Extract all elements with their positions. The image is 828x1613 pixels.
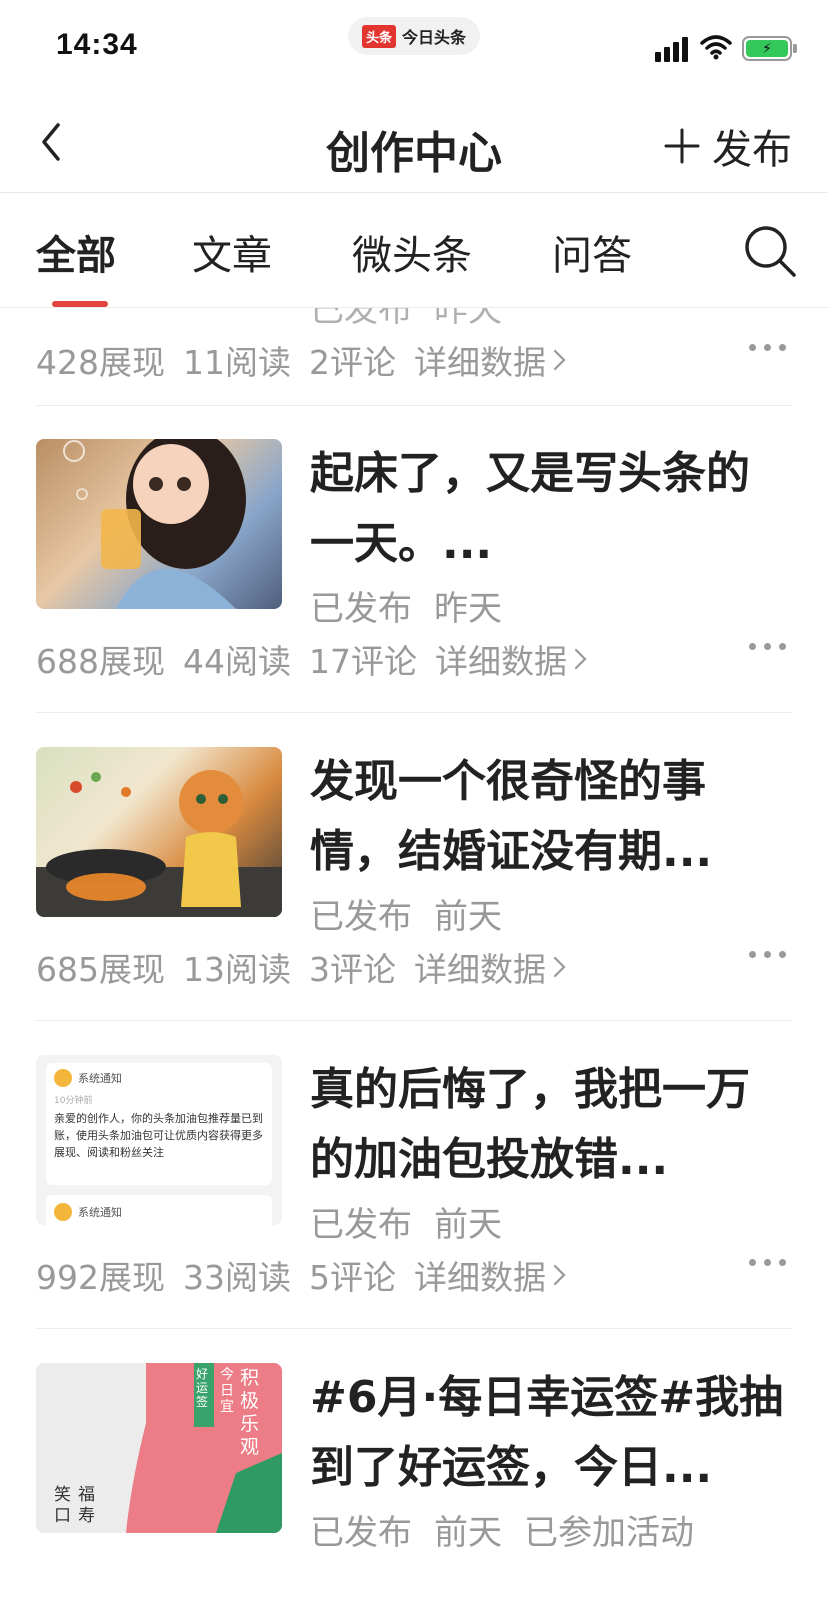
cat-cooking-illustration (36, 770, 282, 917)
notice-bell-icon (54, 1203, 72, 1221)
post-stats: 685展现 13阅读 3评论 详细数据 (36, 943, 792, 991)
list-item[interactable]: 系统通知 10分钟前 亲爱的创作人，你的头条加油包推荐量已到账，使用头条加油包可… (36, 1055, 792, 1345)
notice-bell-icon (54, 1069, 72, 1087)
publish-time: 前天 (434, 1205, 502, 1245)
post-title[interactable]: #6月·每日幸运签#我抽到了好运签，今日... (310, 1363, 792, 1503)
comments-count: 2评论 (309, 343, 396, 382)
post-stats: 428展现 11阅读 2评论 详细数据 (36, 336, 792, 384)
post-meta: 已发布 昨天 (310, 581, 502, 630)
detail-data-link[interactable]: 详细数据 (414, 336, 568, 384)
active-tab-indicator (52, 301, 108, 307)
status-bar: 14:34 头条 今日头条 ⚡ (0, 0, 828, 95)
views-count: 685展现 (36, 950, 165, 989)
wifi-icon (700, 35, 732, 60)
app-logo: 头条 (361, 24, 396, 48)
signal-icon (655, 36, 688, 62)
app-name: 今日头条 (402, 28, 467, 47)
battery-charging-icon: ⚡ (742, 36, 797, 61)
tab-all[interactable]: 全部 (36, 223, 116, 281)
reads-count: 44阅读 (183, 642, 291, 681)
post-thumbnail[interactable] (36, 439, 282, 609)
plus-icon (664, 128, 700, 164)
publish-label: 发布 (712, 127, 792, 173)
list-item[interactable]: 好运签 今日宜 积极乐观 笑口 福寿 #6月·每日幸运签#我抽到了好运签，今日.… (36, 1363, 792, 1613)
list-item[interactable]: 已发布 昨天 428展现 11阅读 2评论 详细数据 (36, 308, 792, 398)
status-time: 14:34 (56, 28, 138, 61)
post-title[interactable]: 发现一个很奇怪的事情，结婚证没有期... (310, 747, 792, 887)
post-meta: 已发布 前天 (310, 1197, 502, 1246)
chevron-right-icon (553, 956, 566, 978)
publish-status: 已发布 (310, 897, 412, 937)
publish-button[interactable]: 发布 (662, 117, 792, 175)
tab-articles[interactable]: 文章 (192, 223, 272, 281)
publish-status: 已发布 (310, 1513, 412, 1553)
chevron-right-icon (553, 349, 566, 371)
reads-count: 11阅读 (183, 343, 291, 382)
post-thumbnail[interactable]: 系统通知 10分钟前 亲爱的创作人，你的头条加油包推荐量已到账，使用头条加油包可… (36, 1055, 282, 1225)
publish-status: 已发布 (310, 589, 412, 629)
views-count: 428展现 (36, 343, 165, 382)
tab-qa[interactable]: 问答 (552, 223, 632, 281)
list-item[interactable]: 起床了，又是写头条的一天。... 已发布 昨天 688展现 44阅读 17评论 … (36, 439, 792, 729)
chevron-right-icon (553, 1264, 566, 1286)
notice-card: 系统通知 10分钟前 亲爱的创作人，你的头条加油包推荐量已到账，使用头条加油包可… (46, 1063, 272, 1185)
more-options-icon[interactable] (749, 951, 786, 958)
post-meta: 已发布 前天 已参加活动 (310, 1505, 694, 1554)
publish-status: 已发布 (310, 1205, 412, 1245)
more-options-icon[interactable] (749, 643, 786, 650)
post-stats: 992展现 33阅读 5评论 详细数据 (36, 1251, 792, 1299)
reads-count: 13阅读 (183, 950, 291, 989)
post-meta: 已发布 前天 (310, 889, 502, 938)
detail-data-link[interactable]: 详细数据 (435, 635, 589, 683)
detail-data-link[interactable]: 详细数据 (414, 943, 568, 991)
tab-micro-posts[interactable]: 微头条 (352, 223, 472, 281)
post-list[interactable]: 已发布 昨天 428展现 11阅读 2评论 详细数据 起床了，又是写头条的一天。… (0, 308, 828, 1613)
divider (36, 712, 792, 713)
list-item[interactable]: 发现一个很奇怪的事情，结婚证没有期... 已发布 前天 685展现 13阅读 3… (36, 747, 792, 1037)
tab-bar: 全部 文章 微头条 问答 (0, 193, 828, 308)
post-thumbnail[interactable] (36, 747, 282, 917)
post-meta: 已发布 昨天 (310, 308, 502, 330)
divider (36, 405, 792, 406)
reads-count: 33阅读 (183, 1258, 291, 1297)
post-title[interactable]: 真的后悔了，我把一万的加油包投放错... (310, 1055, 792, 1195)
comments-count: 5评论 (309, 1258, 396, 1297)
activity-status: 已参加活动 (524, 1513, 694, 1553)
nav-bar: 创作中心 发布 (0, 95, 828, 193)
post-thumbnail[interactable]: 好运签 今日宜 积极乐观 笑口 福寿 (36, 1363, 282, 1533)
divider (36, 1020, 792, 1021)
notice-card: 系统通知 (46, 1195, 272, 1225)
detail-data-link[interactable]: 详细数据 (414, 1251, 568, 1299)
app-indicator-pill[interactable]: 头条 今日头条 (348, 17, 480, 55)
girl-illustration (63, 439, 246, 609)
comments-count: 17评论 (309, 642, 417, 681)
more-options-icon[interactable] (749, 344, 786, 351)
publish-time: 前天 (434, 1513, 502, 1553)
comments-count: 3评论 (309, 950, 396, 989)
views-count: 688展现 (36, 642, 165, 681)
publish-time: 前天 (434, 897, 502, 937)
post-title[interactable]: 起床了，又是写头条的一天。... (310, 439, 792, 579)
divider (36, 1328, 792, 1329)
search-icon[interactable] (742, 223, 798, 279)
chevron-right-icon (574, 648, 587, 670)
post-stats: 688展现 44阅读 17评论 详细数据 (36, 635, 792, 683)
more-options-icon[interactable] (749, 1259, 786, 1266)
publish-time: 昨天 (434, 589, 502, 629)
views-count: 992展现 (36, 1258, 165, 1297)
